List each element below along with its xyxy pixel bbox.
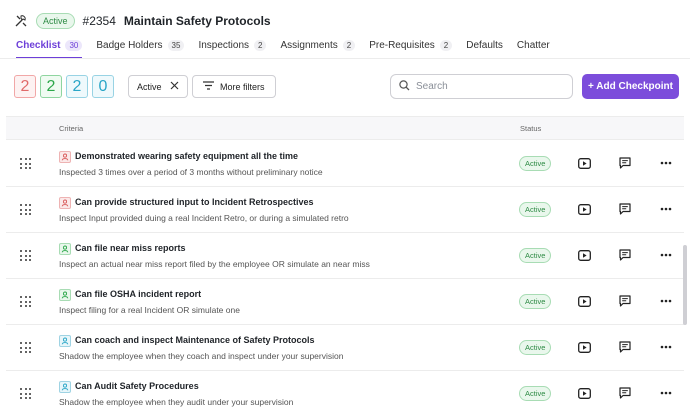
more-options-icon[interactable] xyxy=(659,156,673,170)
tab-label: Assignments xyxy=(280,39,338,51)
counter-green[interactable]: 2 xyxy=(40,75,62,98)
tab-label: Badge Holders xyxy=(96,39,163,51)
criteria-title[interactable]: Can file OSHA incident report xyxy=(75,289,201,299)
tab-defaults[interactable]: Defaults xyxy=(466,33,503,57)
page-title: Maintain Safety Protocols xyxy=(123,14,271,28)
tab-count: 30 xyxy=(65,39,83,51)
search-input[interactable] xyxy=(416,81,556,92)
add-checkpoint-button[interactable]: + Add Checkpoint xyxy=(582,74,679,99)
tab-pre-requisites[interactable]: Pre-Requisites 2 xyxy=(369,33,453,57)
chip-label: Active xyxy=(137,81,162,92)
status-badge: Active xyxy=(519,248,552,263)
status-badge: Active xyxy=(519,294,552,309)
scrollbar[interactable] xyxy=(683,245,687,325)
tab-checklist[interactable]: Checklist 30 xyxy=(16,33,83,59)
comment-icon[interactable] xyxy=(618,340,632,354)
criteria-title[interactable]: Can file near miss reports xyxy=(75,243,186,253)
criteria-title[interactable]: Can Audit Safety Procedures xyxy=(75,381,199,391)
tab-inspections[interactable]: Inspections 2 xyxy=(198,33,267,57)
tab-count: 35 xyxy=(167,39,185,51)
drag-handle-icon[interactable] xyxy=(20,342,31,353)
status-badge: Active xyxy=(519,156,552,171)
criteria-title[interactable]: Can provide structured input to Incident… xyxy=(75,197,314,207)
status-badge: Active xyxy=(519,386,552,401)
video-icon[interactable] xyxy=(577,386,591,400)
status-badge: Active xyxy=(519,202,552,217)
criteria-description: Inspect filing for a real Incident OR si… xyxy=(59,305,240,315)
more-options-icon[interactable] xyxy=(659,248,673,262)
person-badge-icon xyxy=(59,197,71,209)
table-row[interactable]: Can coach and inspect Maintenance of Saf… xyxy=(6,325,684,371)
criteria-description: Shadow the employee when they coach and … xyxy=(59,351,344,361)
criteria-column-header: Criteria xyxy=(59,124,84,133)
table-row[interactable]: Can provide structured input to Incident… xyxy=(6,187,684,233)
more-options-icon[interactable] xyxy=(659,340,673,354)
status-counters: 2 2 2 0 xyxy=(14,75,114,98)
criteria-title[interactable]: Demonstrated wearing safety equipment al… xyxy=(75,151,298,161)
status-badge: Active xyxy=(36,13,75,29)
tools-icon xyxy=(14,14,28,28)
table-row[interactable]: Can file near miss reports Inspect an act… xyxy=(6,233,684,279)
counter-teal[interactable]: 2 xyxy=(66,75,88,98)
close-icon[interactable] xyxy=(170,81,179,92)
tab-count: 2 xyxy=(439,39,453,51)
tab-divider xyxy=(0,58,690,59)
person-badge-icon xyxy=(59,289,71,301)
video-icon[interactable] xyxy=(577,248,591,262)
more-options-icon[interactable] xyxy=(659,386,673,400)
person-badge-icon xyxy=(59,335,71,347)
tab-chatter[interactable]: Chatter xyxy=(517,33,550,57)
more-options-icon[interactable] xyxy=(659,202,673,216)
tab-bar: Checklist 30 Badge Holders 35 Inspections 2… xyxy=(16,33,550,59)
criteria-title[interactable]: Can coach and inspect Maintenance of Saf… xyxy=(75,335,315,345)
person-badge-icon xyxy=(59,243,71,255)
table-row[interactable]: Demonstrated wearing safety equipment al… xyxy=(6,141,684,187)
video-icon[interactable] xyxy=(577,294,591,308)
table-header: Criteria Status xyxy=(6,116,684,140)
more-filters-label: More filters xyxy=(220,81,265,92)
more-filters-button[interactable]: More filters xyxy=(192,75,276,98)
page-header: Active #2354 Maintain Safety Protocols xyxy=(14,11,271,31)
video-icon[interactable] xyxy=(577,156,591,170)
tab-label: Checklist xyxy=(16,39,61,51)
record-id: #2354 xyxy=(82,14,116,28)
search-box[interactable] xyxy=(390,74,573,99)
tab-label: Pre-Requisites xyxy=(369,39,435,51)
table-row[interactable]: Can file OSHA incident report Inspect fil… xyxy=(6,279,684,325)
comment-icon[interactable] xyxy=(618,156,632,170)
tab-count: 2 xyxy=(254,39,267,51)
tab-label: Defaults xyxy=(466,39,503,51)
criteria-description: Inspect an actual near miss report filed… xyxy=(59,259,370,269)
person-badge-icon xyxy=(59,381,71,393)
drag-handle-icon[interactable] xyxy=(20,250,31,261)
counter-red[interactable]: 2 xyxy=(14,75,36,98)
comment-icon[interactable] xyxy=(618,294,632,308)
comment-icon[interactable] xyxy=(618,248,632,262)
more-options-icon[interactable] xyxy=(659,294,673,308)
drag-handle-icon[interactable] xyxy=(20,158,31,169)
counter-teal-2[interactable]: 0 xyxy=(92,75,114,98)
filter-icon xyxy=(203,81,214,92)
table-row[interactable]: Can Audit Safety Procedures Shadow the em… xyxy=(6,371,684,416)
comment-icon[interactable] xyxy=(618,202,632,216)
tab-count: 2 xyxy=(342,39,356,51)
criteria-description: Inspected 3 times over a period of 3 mon… xyxy=(59,167,323,177)
comment-icon[interactable] xyxy=(618,386,632,400)
tab-assignments[interactable]: Assignments 2 xyxy=(280,33,356,57)
tab-label: Chatter xyxy=(516,39,550,51)
status-badge: Active xyxy=(519,340,552,355)
criteria-description: Inspect Input provided duing a real Inci… xyxy=(59,213,349,223)
tab-label: Inspections xyxy=(198,39,250,51)
active-filter-chip[interactable]: Active xyxy=(128,75,188,98)
video-icon[interactable] xyxy=(577,340,591,354)
tab-badge-holders[interactable]: Badge Holders 35 xyxy=(96,33,185,57)
drag-handle-icon[interactable] xyxy=(20,388,31,399)
drag-handle-icon[interactable] xyxy=(20,204,31,215)
search-icon xyxy=(399,78,410,96)
video-icon[interactable] xyxy=(577,202,591,216)
status-column-header: Status xyxy=(520,124,542,133)
criteria-description: Shadow the employee when they audit unde… xyxy=(59,397,294,407)
drag-handle-icon[interactable] xyxy=(20,296,31,307)
person-badge-icon xyxy=(59,151,71,163)
